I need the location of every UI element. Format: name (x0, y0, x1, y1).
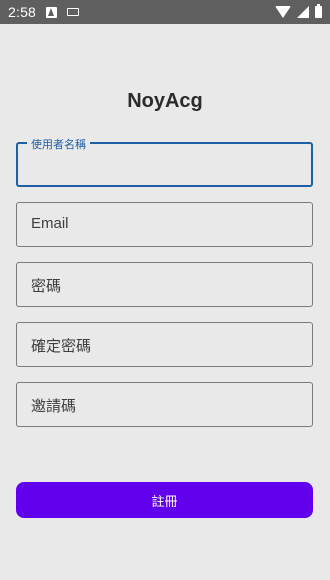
register-button-label: 註冊 (151, 494, 178, 510)
username-label: 使用者名稱 (27, 136, 90, 152)
password-placeholder: 密碼 (31, 278, 62, 295)
status-bar-left: 2:58 (8, 4, 80, 20)
wifi-icon (275, 6, 291, 18)
status-bar-right (275, 4, 322, 18)
confirm-password-placeholder: 確定密碼 (31, 338, 92, 355)
battery-icon (315, 4, 322, 18)
invite-code-field[interactable]: 邀請碼 (16, 382, 313, 427)
signal-icon (297, 6, 309, 18)
email-field[interactable]: Email (16, 202, 313, 247)
confirm-password-field[interactable]: 確定密碼 (16, 322, 313, 367)
notification-a-icon (46, 6, 58, 18)
keyboard-icon (67, 8, 80, 16)
invite-code-placeholder: 邀請碼 (31, 398, 77, 415)
status-time: 2:58 (8, 4, 37, 20)
app-title: NoyAcg (127, 90, 203, 112)
register-button[interactable]: 註冊 (16, 482, 313, 518)
username-field[interactable]: 使用者名稱 (16, 136, 313, 187)
email-placeholder: Email (31, 215, 69, 232)
password-field[interactable]: 密碼 (16, 262, 313, 307)
status-bar: 2:58 (0, 0, 330, 24)
